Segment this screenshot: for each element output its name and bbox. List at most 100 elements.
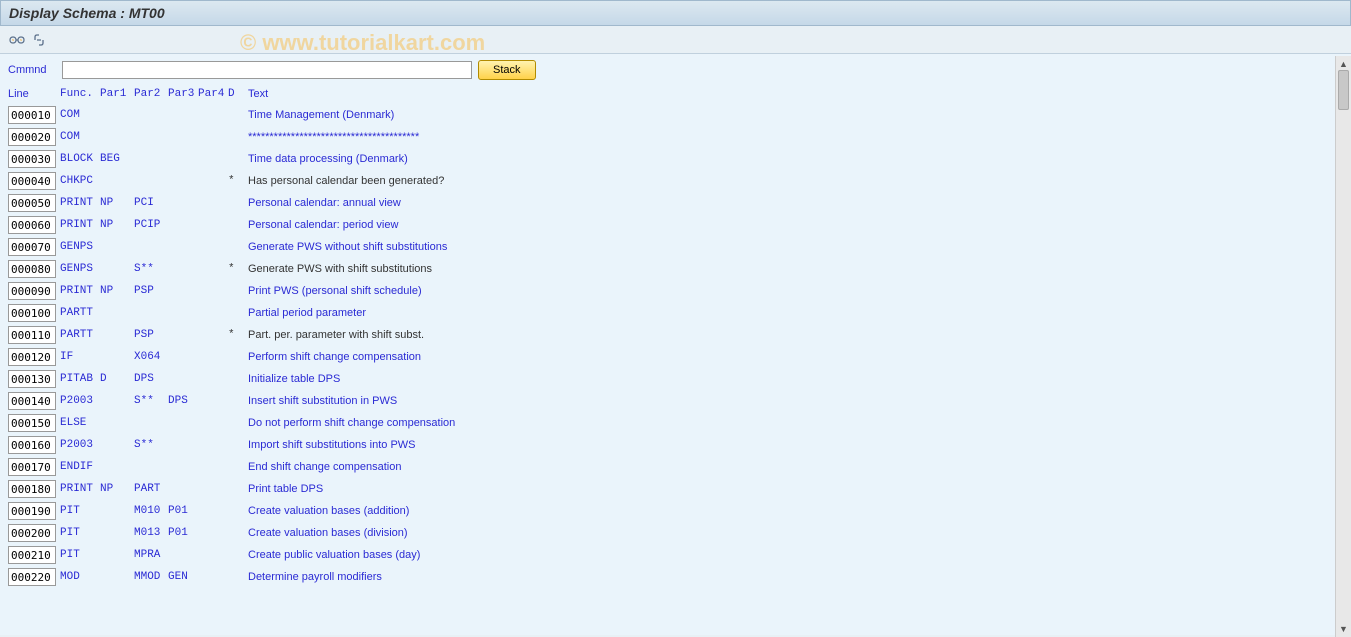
func-cell[interactable]: PARTT (60, 307, 100, 319)
text-cell[interactable]: Determine payroll modifiers (248, 571, 1343, 583)
par2-cell[interactable]: S** (134, 263, 168, 275)
text-cell[interactable]: Import shift substitutions into PWS (248, 439, 1343, 451)
text-cell[interactable]: End shift change compensation (248, 461, 1343, 473)
func-cell[interactable]: BLOCK (60, 153, 100, 165)
text-cell[interactable]: Personal calendar: annual view (248, 197, 1343, 209)
par2-cell[interactable]: M010 (134, 505, 168, 517)
line-number-input[interactable] (8, 128, 56, 146)
line-number-input[interactable] (8, 282, 56, 300)
par2-cell[interactable]: PCIP (134, 219, 168, 231)
par3-cell[interactable]: P01 (168, 527, 198, 539)
func-cell[interactable]: PIT (60, 527, 100, 539)
scroll-track[interactable] (1336, 70, 1351, 623)
command-input[interactable] (62, 61, 472, 79)
func-cell[interactable]: MOD (60, 571, 100, 583)
par1-cell[interactable]: NP (100, 483, 134, 495)
scroll-up-icon[interactable]: ▲ (1338, 58, 1350, 70)
line-number-input[interactable] (8, 546, 56, 564)
par1-cell[interactable]: NP (100, 285, 134, 297)
func-cell[interactable]: ENDIF (60, 461, 100, 473)
par2-cell[interactable]: X064 (134, 351, 168, 363)
par1-cell[interactable]: NP (100, 219, 134, 231)
par2-cell[interactable]: M013 (134, 527, 168, 539)
par2-cell[interactable]: DPS (134, 373, 168, 385)
text-cell[interactable]: **************************************** (248, 131, 1343, 143)
par3-cell[interactable]: DPS (168, 395, 198, 407)
line-number-input[interactable] (8, 568, 56, 586)
line-number-input[interactable] (8, 150, 56, 168)
link-icon[interactable] (30, 31, 48, 49)
par2-cell[interactable]: S** (134, 395, 168, 407)
func-cell[interactable]: GENPS (60, 241, 100, 253)
par2-cell[interactable]: PCI (134, 197, 168, 209)
line-cell (8, 194, 60, 212)
line-number-input[interactable] (8, 458, 56, 476)
text-cell[interactable]: Time data processing (Denmark) (248, 153, 1343, 165)
func-cell[interactable]: COM (60, 109, 100, 121)
line-number-input[interactable] (8, 172, 56, 190)
text-cell[interactable]: Create valuation bases (addition) (248, 505, 1343, 517)
text-cell[interactable]: Do not perform shift change compensation (248, 417, 1343, 429)
par2-cell[interactable]: MMOD (134, 571, 168, 583)
vertical-scrollbar[interactable]: ▲ ▼ (1335, 56, 1351, 637)
func-cell[interactable]: PIT (60, 505, 100, 517)
content-area: Cmmnd Stack Line Func. Par1 Par2 Par3 Pa… (0, 54, 1351, 635)
text-cell[interactable]: Create valuation bases (division) (248, 527, 1343, 539)
line-number-input[interactable] (8, 260, 56, 278)
par1-cell[interactable]: BEG (100, 153, 134, 165)
text-cell: Has personal calendar been generated? (248, 175, 1343, 187)
line-number-input[interactable] (8, 524, 56, 542)
par2-cell[interactable]: PART (134, 483, 168, 495)
text-cell[interactable]: Time Management (Denmark) (248, 109, 1343, 121)
line-number-input[interactable] (8, 436, 56, 454)
par3-cell[interactable]: GEN (168, 571, 198, 583)
func-cell[interactable]: PRINT (60, 285, 100, 297)
line-number-input[interactable] (8, 106, 56, 124)
line-number-input[interactable] (8, 502, 56, 520)
line-number-input[interactable] (8, 194, 56, 212)
func-cell[interactable]: P2003 (60, 395, 100, 407)
func-cell[interactable]: PRINT (60, 219, 100, 231)
par1-cell[interactable]: NP (100, 197, 134, 209)
func-cell[interactable]: COM (60, 131, 100, 143)
text-cell[interactable]: Insert shift substitution in PWS (248, 395, 1343, 407)
header-par2: Par2 (134, 88, 168, 100)
func-cell[interactable]: PRINT (60, 197, 100, 209)
line-number-input[interactable] (8, 348, 56, 366)
line-number-input[interactable] (8, 370, 56, 388)
text-cell[interactable]: Print PWS (personal shift schedule) (248, 285, 1343, 297)
par3-cell[interactable]: P01 (168, 505, 198, 517)
line-number-input[interactable] (8, 414, 56, 432)
text-cell[interactable]: Personal calendar: period view (248, 219, 1343, 231)
scroll-down-icon[interactable]: ▼ (1338, 623, 1350, 635)
text-cell[interactable]: Create public valuation bases (day) (248, 549, 1343, 561)
par2-cell[interactable]: S** (134, 439, 168, 451)
func-cell[interactable]: PIT (60, 549, 100, 561)
func-cell[interactable]: IF (60, 351, 100, 363)
line-number-input[interactable] (8, 238, 56, 256)
text-cell[interactable]: Perform shift change compensation (248, 351, 1343, 363)
func-cell[interactable]: PARTT (60, 329, 100, 341)
func-cell[interactable]: GENPS (60, 263, 100, 275)
par2-cell[interactable]: PSP (134, 329, 168, 341)
scroll-thumb[interactable] (1338, 70, 1349, 110)
glasses-icon[interactable] (8, 31, 26, 49)
func-cell[interactable]: PITAB (60, 373, 100, 385)
text-cell[interactable]: Initialize table DPS (248, 373, 1343, 385)
text-cell[interactable]: Partial period parameter (248, 307, 1343, 319)
func-cell[interactable]: PRINT (60, 483, 100, 495)
func-cell[interactable]: CHKPC (60, 175, 100, 187)
line-number-input[interactable] (8, 304, 56, 322)
stack-button[interactable]: Stack (478, 60, 536, 80)
par2-cell[interactable]: MPRA (134, 549, 168, 561)
text-cell[interactable]: Print table DPS (248, 483, 1343, 495)
func-cell[interactable]: ELSE (60, 417, 100, 429)
par1-cell[interactable]: D (100, 373, 134, 385)
text-cell[interactable]: Generate PWS without shift substitutions (248, 241, 1343, 253)
line-number-input[interactable] (8, 216, 56, 234)
line-number-input[interactable] (8, 392, 56, 410)
func-cell[interactable]: P2003 (60, 439, 100, 451)
line-number-input[interactable] (8, 326, 56, 344)
par2-cell[interactable]: PSP (134, 285, 168, 297)
line-number-input[interactable] (8, 480, 56, 498)
